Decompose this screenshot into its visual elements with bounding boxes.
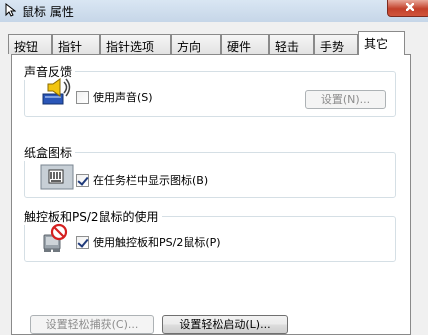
tab-label: 按钮 bbox=[14, 40, 39, 54]
show-tray-icon-checkbox[interactable]: 在任务栏中显示图标(B) bbox=[76, 172, 208, 188]
setup-easy-launch-button[interactable]: 设置轻松启动(L)... bbox=[162, 315, 288, 334]
sound-settings-button[interactable]: 设置(N)... bbox=[305, 90, 386, 109]
tab-buttons[interactable]: 按钮 bbox=[8, 34, 52, 54]
tab-gestures[interactable]: 手势 bbox=[314, 34, 358, 54]
tab-label: 指针 bbox=[58, 40, 83, 54]
sound-feedback-group: 声音反馈 使用声音(S) 设置(N)... bbox=[21, 63, 396, 117]
tab-wheel[interactable]: 方向 bbox=[171, 34, 221, 54]
checkbox-box[interactable] bbox=[76, 173, 89, 187]
speaker-icon bbox=[42, 78, 71, 105]
dialog-body: 按钮 指针 指针选项 方向 硬件 轻击 手势 其它 声音反馈 使用声音(S) 设… bbox=[0, 22, 428, 335]
checkbox-label: 使用触控板和PS/2鼠标(P) bbox=[93, 236, 221, 249]
touchpad-disable-icon bbox=[43, 223, 68, 252]
tab-panel: 声音反馈 使用声音(S) 设置(N)... 纸盒图标 在任务栏中显示图标(B) … bbox=[11, 54, 411, 335]
touchpad-usage-group: 触控板和PS/2鼠标的使用 使用触控板和PS/2鼠标(P) bbox=[21, 208, 396, 262]
tab-hardware[interactable]: 硬件 bbox=[221, 34, 269, 54]
group-title: 纸盒图标 bbox=[21, 144, 76, 161]
checkbox-label: 使用声音(S) bbox=[93, 91, 153, 104]
mouse-icon bbox=[5, 3, 16, 17]
tab-strip: 按钮 指针 指针选项 方向 硬件 轻击 手势 其它 bbox=[8, 31, 428, 55]
taskbar-icon bbox=[40, 164, 74, 190]
close-button[interactable] bbox=[387, 0, 428, 17]
tab-label: 手势 bbox=[320, 40, 345, 54]
tab-label: 硬件 bbox=[227, 40, 252, 54]
tab-label: 指针选项 bbox=[106, 40, 155, 54]
use-sound-checkbox[interactable]: 使用声音(S) bbox=[76, 89, 153, 105]
setup-easy-capture-button[interactable]: 设置轻松捕获(C)... bbox=[30, 315, 154, 334]
tray-icon-group: 纸盒图标 在任务栏中显示图标(B) bbox=[21, 144, 396, 198]
checkbox-label: 在任务栏中显示图标(B) bbox=[93, 174, 209, 187]
tab-label: 轻击 bbox=[275, 40, 300, 54]
tab-label: 方向 bbox=[177, 40, 202, 54]
tab-other[interactable]: 其它 bbox=[358, 31, 405, 55]
tab-label: 其它 bbox=[364, 37, 389, 51]
tab-tap[interactable]: 轻击 bbox=[269, 34, 314, 54]
checkbox-box[interactable] bbox=[76, 90, 89, 104]
tab-pointer-options[interactable]: 指针选项 bbox=[100, 34, 171, 54]
checkbox-box[interactable] bbox=[76, 235, 89, 249]
window-title: 鼠标 属性 bbox=[22, 5, 74, 19]
use-touchpad-and-ps2-checkbox[interactable]: 使用触控板和PS/2鼠标(P) bbox=[76, 234, 221, 250]
tab-pointers[interactable]: 指针 bbox=[52, 34, 100, 54]
title-bar: 鼠标 属性 bbox=[0, 0, 428, 22]
